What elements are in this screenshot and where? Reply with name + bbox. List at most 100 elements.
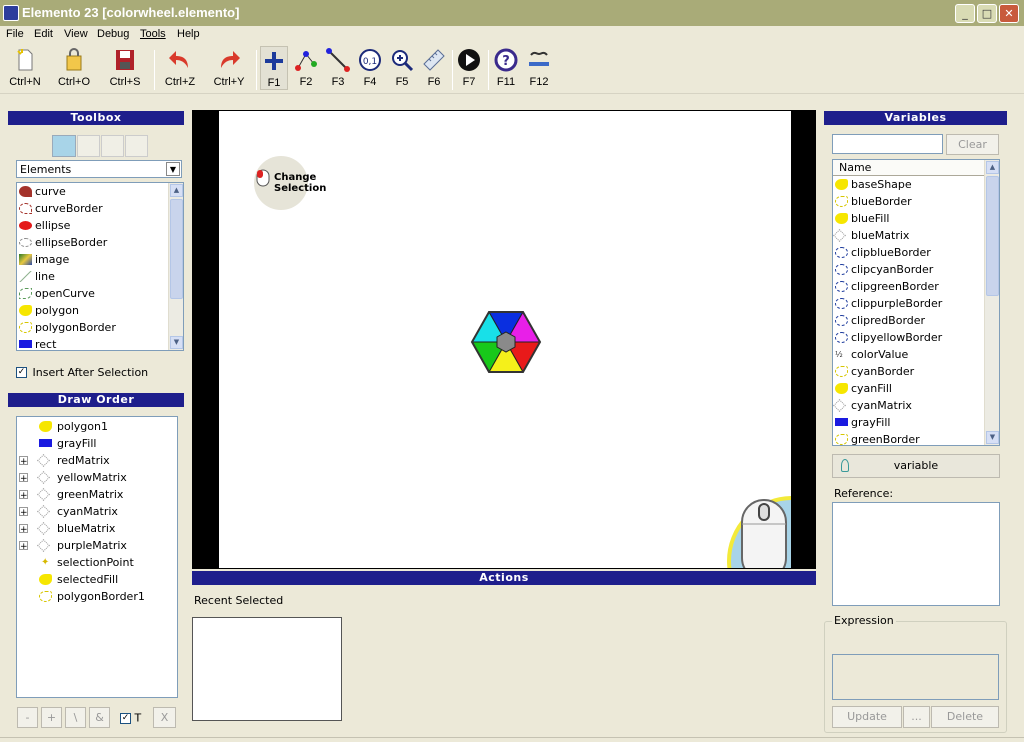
f4-button[interactable]: 0,1 F4 [356, 48, 384, 88]
list-item[interactable]: clippurpleBorder [833, 295, 999, 312]
insert-after-checkbox[interactable]: ✓ Insert After Selection [16, 365, 148, 379]
tree-item[interactable]: grayFill [17, 435, 177, 452]
update-button[interactable]: Update [832, 706, 902, 728]
t-checkbox[interactable]: ✓ T [120, 711, 141, 725]
list-item[interactable]: baseShape [833, 176, 999, 193]
list-item[interactable]: clipgreenBorder [833, 278, 999, 295]
f12-button[interactable]: F12 [525, 48, 553, 88]
tree-item[interactable]: + redMatrix [17, 452, 177, 469]
group-button[interactable]: & [89, 707, 110, 728]
list-item[interactable]: blueMatrix [833, 227, 999, 244]
name-column-header[interactable]: Name [833, 160, 985, 176]
elements-dropdown[interactable]: Elements ▼ [16, 160, 182, 178]
indent-button[interactable]: \ [65, 707, 86, 728]
change-selection-hint[interactable]: Change Selection [254, 156, 326, 210]
tree-item[interactable]: polygon1 [17, 418, 177, 435]
tree-item[interactable]: + purpleMatrix [17, 537, 177, 554]
scroll-up-icon[interactable]: ▲ [170, 184, 183, 197]
more-button[interactable]: ... [903, 706, 930, 728]
list-item[interactable]: cyanBorder [833, 363, 999, 380]
color-wheel-hexagon[interactable] [467, 307, 545, 377]
menu-edit[interactable]: Edit [34, 28, 53, 40]
menu-help[interactable]: Help [177, 28, 200, 40]
list-item[interactable]: rect [17, 336, 183, 350]
tree-item[interactable]: selectedFill [17, 571, 177, 588]
toolbox-tab-4[interactable] [125, 135, 148, 157]
list-item[interactable]: curve [17, 183, 183, 200]
maximize-button[interactable]: □ [977, 4, 997, 23]
list-item[interactable]: clipblueBorder [833, 244, 999, 261]
list-item[interactable]: line [17, 268, 183, 285]
list-item[interactable]: polygon [17, 302, 183, 319]
variables-scrollbar[interactable]: ▲ ▼ [984, 160, 999, 445]
expand-icon[interactable]: + [19, 541, 28, 552]
close-button[interactable]: ✕ [999, 4, 1019, 23]
open-button[interactable]: Ctrl+O [55, 48, 93, 88]
clear-button[interactable]: X [153, 707, 176, 728]
tree-item[interactable]: + greenMatrix [17, 486, 177, 503]
undo-button[interactable]: Ctrl+Z [160, 48, 200, 88]
chevron-down-icon[interactable]: ▼ [166, 162, 180, 176]
recent-selected-box[interactable] [192, 617, 342, 721]
scroll-down-icon[interactable]: ▼ [986, 431, 999, 444]
clear-variable-button[interactable]: Clear [946, 134, 999, 155]
expression-input[interactable] [832, 654, 999, 700]
tree-item[interactable]: + cyanMatrix [17, 503, 177, 520]
scroll-down-icon[interactable]: ▼ [170, 336, 183, 349]
minimize-button[interactable]: _ [955, 4, 975, 23]
f3-button[interactable]: F3 [324, 48, 352, 88]
list-item[interactable]: cyanFill [833, 380, 999, 397]
list-item[interactable]: polygonBorder [17, 319, 183, 336]
list-item[interactable]: clipredBorder [833, 312, 999, 329]
list-item[interactable]: grayFill [833, 414, 999, 431]
variable-search-input[interactable] [832, 134, 943, 154]
scroll-up-icon[interactable]: ▲ [986, 161, 999, 174]
list-item[interactable]: greenBorder [833, 431, 999, 445]
toolbox-tab-2[interactable] [77, 135, 100, 157]
list-item[interactable]: ellipseBorder [17, 234, 183, 251]
reference-box[interactable] [832, 502, 1000, 606]
f7-button[interactable]: F7 [455, 48, 483, 88]
save-button[interactable]: Ctrl+S [106, 48, 144, 88]
expand-icon[interactable]: + [19, 490, 28, 501]
checkbox-check-icon[interactable]: ✓ [120, 712, 131, 724]
list-item[interactable]: cyanMatrix [833, 397, 999, 414]
toolbox-tab-3[interactable] [101, 135, 124, 157]
list-item[interactable]: ½ colorValue [833, 346, 999, 363]
tree-item[interactable]: polygonBorder1 [17, 588, 177, 605]
list-item[interactable]: blueFill [833, 210, 999, 227]
f5-button[interactable]: F5 [388, 48, 416, 88]
redo-button[interactable]: Ctrl+Y [209, 48, 249, 88]
menu-view[interactable]: View [64, 28, 88, 40]
list-item[interactable]: openCurve [17, 285, 183, 302]
list-item[interactable]: curveBorder [17, 200, 183, 217]
list-item[interactable]: clipyellowBorder [833, 329, 999, 346]
f1-button[interactable]: F1 [260, 46, 288, 90]
new-button[interactable]: Ctrl+N [6, 48, 44, 88]
list-item[interactable]: ellipse [17, 217, 183, 234]
expand-icon[interactable]: + [19, 456, 28, 467]
add-button[interactable]: + [41, 707, 62, 728]
menu-debug[interactable]: Debug [97, 28, 129, 40]
expand-icon[interactable]: + [19, 524, 28, 535]
drawing-canvas[interactable]: Change Selection [219, 111, 791, 568]
toolbox-tab-1[interactable] [52, 135, 76, 157]
list-item[interactable]: blueBorder [833, 193, 999, 210]
menu-tools[interactable]: Tools [140, 28, 166, 40]
expand-icon[interactable]: + [19, 473, 28, 484]
variable-button[interactable]: variable [832, 454, 1000, 478]
elements-scrollbar[interactable]: ▲ ▼ [168, 183, 183, 350]
checkbox-check-icon[interactable]: ✓ [16, 366, 27, 378]
tree-item[interactable]: + blueMatrix [17, 520, 177, 537]
list-item[interactable]: image [17, 251, 183, 268]
list-item[interactable]: clipcyanBorder [833, 261, 999, 278]
scroll-thumb[interactable] [986, 176, 999, 296]
menu-file[interactable]: File [6, 28, 24, 40]
f6-button[interactable]: F6 [420, 48, 448, 88]
delete-button[interactable]: Delete [931, 706, 999, 728]
remove-button[interactable]: - [17, 707, 38, 728]
tree-item[interactable]: ✦ selectionPoint [17, 554, 177, 571]
scroll-thumb[interactable] [170, 199, 183, 299]
tree-item[interactable]: + yellowMatrix [17, 469, 177, 486]
expand-icon[interactable]: + [19, 507, 28, 518]
